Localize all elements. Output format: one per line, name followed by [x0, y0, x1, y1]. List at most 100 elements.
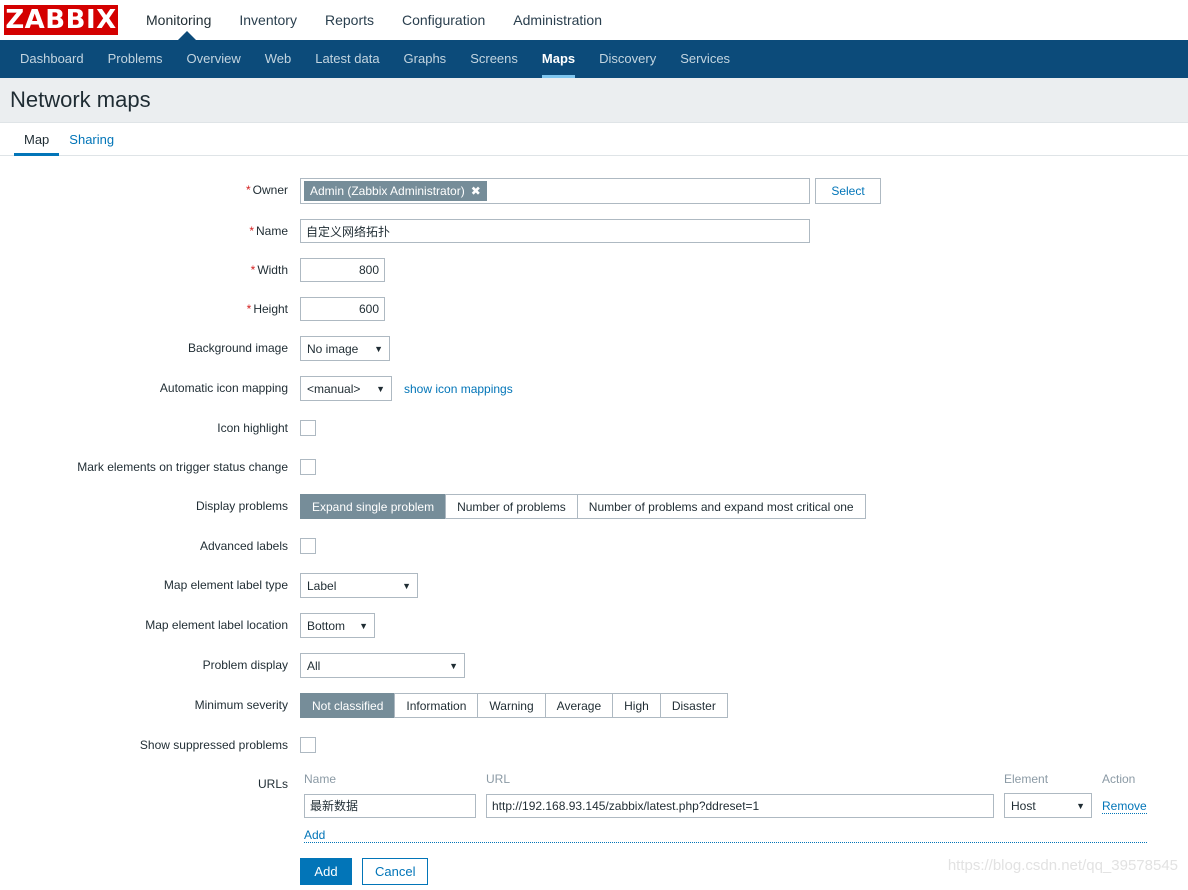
- field-row-display-problems: Display problems Expand single problem N…: [0, 494, 1188, 519]
- field-row-background-image: Background image No image ▼: [0, 336, 1188, 361]
- sub-nav-item-discovery[interactable]: Discovery: [587, 40, 668, 78]
- height-input[interactable]: [300, 297, 385, 321]
- minimum-severity-option-high[interactable]: High: [612, 693, 660, 718]
- top-header: ZABBIX Monitoring Inventory Reports Conf…: [0, 0, 1188, 40]
- icon-highlight-checkbox[interactable]: [300, 420, 316, 436]
- label-width: * Width: [250, 263, 288, 277]
- urls-column-url: URL: [486, 772, 511, 786]
- field-row-width: * Width: [0, 258, 1188, 282]
- owner-chip-label: Admin (Zabbix Administrator): [310, 184, 465, 198]
- display-problems-option-number[interactable]: Number of problems: [445, 494, 577, 519]
- map-element-label-type-select[interactable]: Label ▼: [300, 573, 418, 598]
- sub-nav-item-services[interactable]: Services: [668, 40, 742, 78]
- label-problem-display: Problem display: [202, 658, 288, 672]
- map-element-label-type-value: Label: [307, 578, 337, 593]
- form-tab-bar: Map Sharing: [0, 123, 1188, 156]
- show-suppressed-checkbox[interactable]: [300, 737, 316, 753]
- label-urls: URLs: [257, 777, 288, 791]
- field-row-mark-elements: Mark elements on trigger status change: [0, 455, 1188, 479]
- active-nav-pointer-icon: [178, 31, 196, 40]
- urls-add-row: Add: [300, 818, 1153, 843]
- label-map-element-label-type: Map element label type: [163, 578, 288, 592]
- watermark: https://blog.csdn.net/qq_39578545: [947, 857, 1178, 874]
- sub-nav-item-dashboard[interactable]: Dashboard: [8, 40, 96, 78]
- required-marker-owner: *: [245, 183, 251, 197]
- main-nav-item-inventory[interactable]: Inventory: [225, 0, 311, 40]
- label-advanced-labels: Advanced labels: [199, 539, 288, 553]
- sub-nav-item-latest-data[interactable]: Latest data: [303, 40, 391, 78]
- label-mark-elements: Mark elements on trigger status change: [77, 460, 288, 474]
- display-problems-option-expand-single[interactable]: Expand single problem: [300, 494, 446, 519]
- submit-add-button[interactable]: Add: [300, 858, 352, 885]
- label-icon-highlight: Icon highlight: [217, 421, 288, 435]
- minimum-severity-option-not-classified[interactable]: Not classified: [300, 693, 395, 718]
- field-row-map-element-label-type: Map element label type Label ▼: [0, 573, 1188, 598]
- urls-column-element: Element: [1004, 772, 1049, 786]
- sub-nav-item-problems[interactable]: Problems: [96, 40, 175, 78]
- sub-nav-item-maps[interactable]: Maps: [530, 40, 587, 78]
- url-remove-link[interactable]: Remove: [1102, 798, 1147, 814]
- display-problems-radio-group: Expand single problem Number of problems…: [300, 494, 866, 519]
- map-element-label-location-select[interactable]: Bottom ▼: [300, 613, 375, 638]
- cancel-button[interactable]: Cancel: [362, 858, 429, 885]
- minimum-severity-option-disaster[interactable]: Disaster: [659, 693, 728, 718]
- chevron-down-icon: ▼: [402, 580, 411, 591]
- field-row-owner: * Owner Admin (Zabbix Administrator) ✖ Se…: [0, 178, 1188, 204]
- url-element-select[interactable]: Host ▼: [1004, 793, 1092, 818]
- sub-nav-item-graphs[interactable]: Graphs: [392, 40, 459, 78]
- show-icon-mappings-link[interactable]: show icon mappings: [404, 382, 513, 396]
- map-properties-form: * Owner Admin (Zabbix Administrator) ✖ Se…: [0, 156, 1188, 885]
- minimum-severity-option-average[interactable]: Average: [544, 693, 613, 718]
- label-display-problems: Display problems: [195, 499, 288, 513]
- field-row-icon-highlight: Icon highlight: [0, 416, 1188, 440]
- field-row-advanced-labels: Advanced labels: [0, 534, 1188, 558]
- mark-elements-checkbox[interactable]: [300, 459, 316, 475]
- tab-sharing[interactable]: Sharing: [59, 132, 124, 155]
- name-input[interactable]: [300, 219, 810, 243]
- required-marker-height: *: [246, 302, 252, 316]
- chevron-down-icon: ▼: [1076, 800, 1085, 811]
- label-automatic-icon-mapping: Automatic icon mapping: [159, 381, 288, 395]
- background-image-select[interactable]: No image ▼: [300, 336, 390, 361]
- tab-map[interactable]: Map: [14, 132, 60, 156]
- main-nav-item-configuration[interactable]: Configuration: [388, 0, 499, 40]
- required-marker-width: *: [250, 263, 256, 277]
- label-minimum-severity: Minimum severity: [194, 698, 288, 712]
- label-name: * Name: [249, 224, 288, 238]
- urls-column-action: Action: [1102, 772, 1136, 786]
- automatic-icon-mapping-select[interactable]: <manual> ▼: [300, 376, 392, 401]
- label-owner: * Owner: [245, 183, 288, 197]
- owner-multiselect[interactable]: Admin (Zabbix Administrator) ✖: [300, 178, 810, 204]
- sub-nav-item-screens[interactable]: Screens: [458, 40, 530, 78]
- urls-add-link[interactable]: Add: [304, 818, 1147, 843]
- url-address-input[interactable]: [486, 793, 994, 818]
- owner-chip: Admin (Zabbix Administrator) ✖: [304, 181, 487, 201]
- owner-select-button[interactable]: Select: [815, 178, 881, 204]
- label-map-element-label-location: Map element label location: [145, 618, 288, 632]
- page-title: Network maps: [10, 87, 151, 112]
- chevron-down-icon: ▼: [449, 660, 458, 671]
- background-image-value: No image: [307, 341, 359, 356]
- minimum-severity-option-warning[interactable]: Warning: [477, 693, 545, 718]
- urls-column-name: Name: [304, 772, 337, 786]
- table-row: Host ▼ Remove: [300, 793, 1153, 818]
- display-problems-option-number-and-expand[interactable]: Number of problems and expand most criti…: [576, 494, 866, 519]
- main-nav-item-administration[interactable]: Administration: [499, 0, 616, 40]
- sub-nav-item-overview[interactable]: Overview: [175, 40, 253, 78]
- main-navigation: Monitoring Inventory Reports Configurati…: [132, 0, 616, 40]
- close-icon[interactable]: ✖: [471, 185, 481, 197]
- advanced-labels-checkbox[interactable]: [300, 538, 316, 554]
- minimum-severity-option-information[interactable]: Information: [394, 693, 478, 718]
- sub-nav-item-web[interactable]: Web: [253, 40, 304, 78]
- main-nav-item-reports[interactable]: Reports: [311, 0, 388, 40]
- required-marker-name: *: [249, 224, 254, 238]
- field-row-height: * Height: [0, 297, 1188, 321]
- chevron-down-icon: ▼: [359, 620, 368, 631]
- width-input[interactable]: [300, 258, 385, 282]
- zabbix-logo[interactable]: ZABBIX: [4, 5, 118, 35]
- problem-display-select[interactable]: All ▼: [300, 653, 465, 678]
- url-name-input[interactable]: [304, 793, 476, 818]
- label-show-suppressed: Show suppressed problems: [139, 738, 288, 752]
- field-row-name: * Name: [0, 219, 1188, 243]
- map-element-label-location-value: Bottom: [307, 618, 346, 633]
